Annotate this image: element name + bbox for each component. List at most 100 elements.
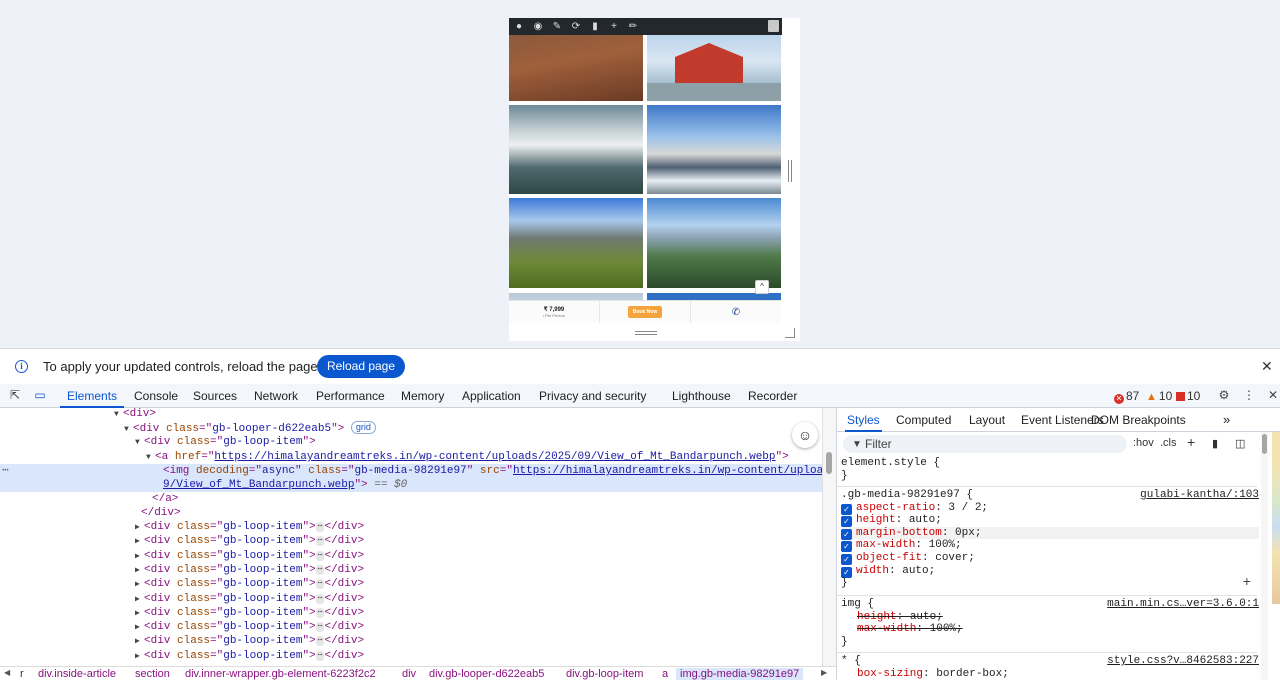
more-options-icon[interactable]: ⋮ [1242, 388, 1256, 402]
chevron-up-icon[interactable]: ^ [755, 280, 769, 294]
accessibility-tree-icon[interactable]: ☺ [792, 422, 818, 448]
viewport-bottom-handle[interactable] [635, 331, 657, 335]
breadcrumb-item[interactable]: div [402, 668, 416, 680]
rule-source-link[interactable]: style.css?v…8462583:227 [1107, 655, 1259, 668]
breadcrumb-item[interactable]: div.inner-wrapper.gb-element-6223f2c2 [185, 668, 376, 680]
device-toolbar-icon[interactable]: ▭ [33, 388, 47, 402]
dom-node-loop-item-collapsed[interactable]: ▶ <div class="gb-loop-item"> ⋯ </div> [135, 577, 822, 591]
styles-scrollbar[interactable] [1261, 432, 1268, 680]
gallery-photo-green-valley[interactable] [647, 198, 781, 288]
dom-node-loop-item-collapsed[interactable]: ▶ <div class="gb-loop-item"> ⋯ </div> [135, 620, 822, 634]
reload-page-button[interactable]: Reload page [317, 355, 405, 378]
dom-node-loop-item-collapsed[interactable]: ▶ <div class="gb-loop-item"> ⋯ </div> [135, 549, 822, 563]
tab-sources[interactable]: Sources [193, 384, 237, 408]
grid-badge[interactable]: grid [350, 421, 376, 434]
expand-arrow-icon[interactable]: ▶ [135, 650, 144, 664]
breadcrumb-item[interactable]: div.inside-article [38, 668, 116, 680]
warning-count[interactable]: ▲ 10 [1146, 389, 1172, 403]
tab-computed[interactable]: Computed [896, 408, 951, 432]
close-devtools-icon[interactable]: ✕ [1266, 388, 1280, 402]
rule-gb-media[interactable]: .gb-media-98291e97 {gulabi-kantha/:103 ✓… [841, 489, 1259, 590]
tab-console[interactable]: Console [134, 384, 178, 408]
dashboard-icon[interactable]: ◉ [533, 18, 543, 35]
img-src-link-cont[interactable]: 9/View_of_Mt_Bandarpunch.webp [163, 479, 354, 491]
dom-node-loop-item[interactable]: ▼ <div class="gb-loop-item"> [135, 435, 822, 449]
new-rule-icon[interactable]: + [1187, 434, 1195, 450]
dom-close-a[interactable]: </a> [152, 492, 822, 506]
class-toggle[interactable]: .cls [1160, 437, 1177, 449]
dom-node-img-selected[interactable]: ⋯ <img decoding="async" class="gb-media-… [0, 464, 822, 492]
breadcrumb-item[interactable]: a [662, 668, 668, 680]
tab-recorder[interactable]: Recorder [748, 384, 797, 408]
expand-arrow-icon[interactable]: ▶ [135, 550, 144, 564]
dom-node-loop-item-collapsed[interactable]: ▶ <div class="gb-loop-item"> ⋯ </div> [135, 592, 822, 606]
tab-dom-breakpoints[interactable]: DOM Breakpoints [1091, 408, 1186, 432]
checkbox-icon[interactable]: ✓ [841, 566, 852, 578]
node-more-icon[interactable]: ⋯ [2, 464, 9, 478]
expand-arrow-icon[interactable]: ▶ [135, 635, 144, 649]
rule-source-link[interactable]: main.min.cs…ver=3.6.0:1 [1107, 598, 1259, 611]
elements-scroll-thumb[interactable] [826, 452, 832, 474]
tab-lighthouse[interactable]: Lighthouse [672, 384, 731, 408]
dom-node-loop-item-collapsed[interactable]: ▶ <div class="gb-loop-item"> ⋯ </div> [135, 520, 822, 534]
gallery-photo-meadow[interactable] [509, 198, 643, 288]
toggle-sidebar-icon[interactable]: ◫ [1235, 437, 1245, 450]
elements-scrollbar[interactable] [822, 408, 836, 666]
breadcrumb-item[interactable]: div.gb-looper-d622eab5 [429, 668, 544, 680]
phone-icon[interactable]: ✆ [732, 307, 740, 318]
more-tabs-icon[interactable]: » [1223, 408, 1230, 432]
expand-arrow-icon[interactable]: ▶ [135, 535, 144, 549]
tab-elements[interactable]: Elements [60, 384, 125, 408]
expand-arrow-icon[interactable]: ▶ [135, 593, 144, 607]
gallery-photo-mountain-ridge[interactable] [509, 35, 643, 101]
dom-node-loop-item-collapsed[interactable]: ▶ <div class="gb-loop-item"> ⋯ </div> [135, 634, 822, 648]
comments-icon[interactable]: ▮ [590, 18, 600, 35]
inspect-element-icon[interactable]: ⇱ [8, 388, 22, 402]
styles-filter-input[interactable]: ▼ Filter [843, 435, 1127, 453]
expand-arrow-icon[interactable]: ▶ [135, 621, 144, 635]
checkbox-icon[interactable]: ✓ [841, 528, 852, 540]
checkbox-icon[interactable]: ✓ [841, 541, 852, 553]
add-property-icon[interactable]: + [1243, 576, 1251, 590]
tab-performance[interactable]: Performance [316, 384, 385, 408]
wordpress-icon[interactable]: ● [514, 18, 524, 35]
expand-arrow-icon[interactable]: ▶ [135, 578, 144, 592]
account-avatar-icon[interactable] [768, 20, 779, 32]
tab-application[interactable]: Application [462, 384, 521, 408]
paint-brush-icon[interactable]: ▮ [1212, 437, 1218, 450]
rule-source-link[interactable]: gulabi-kantha/:103 [1140, 489, 1259, 502]
book-now-button[interactable]: Book Now [627, 306, 663, 318]
rule-element-style[interactable]: element.style { } [841, 457, 1259, 482]
checkbox-icon[interactable]: ✓ [841, 503, 852, 515]
close-icon[interactable]: ✕ [1261, 358, 1273, 375]
updates-icon[interactable]: ⟳ [571, 18, 581, 35]
gallery-photo-temple[interactable] [647, 35, 781, 101]
rule-img[interactable]: img {main.min.cs…ver=3.6.0:1 height: aut… [841, 598, 1259, 648]
edit-icon[interactable]: ✏ [628, 18, 638, 35]
gallery-photo-snow-range[interactable] [647, 105, 781, 194]
settings-gear-icon[interactable]: ⚙ [1217, 388, 1231, 402]
checkbox-icon[interactable]: ✓ [841, 553, 852, 565]
dom-node-looper[interactable]: ▼ <div class="gb-looper-d622eab5"> grid [124, 421, 822, 435]
breadcrumb-item[interactable]: div.gb-loop-item [566, 668, 643, 680]
dom-node-loop-item-collapsed[interactable]: ▶ <div class="gb-loop-item"> ⋯ </div> [135, 563, 822, 577]
customize-brush-icon[interactable]: ✎ [552, 18, 562, 35]
expand-arrow-icon[interactable]: ▶ [135, 521, 144, 535]
gallery-photo-snowy-peaks[interactable] [509, 105, 643, 194]
dom-node-loop-item-collapsed[interactable]: ▶ <div class="gb-loop-item"> ⋯ </div> [135, 534, 822, 548]
dom-node-loop-item-collapsed[interactable]: ▶ <div class="gb-loop-item"> ⋯ </div> [135, 649, 822, 663]
dom-node-anchor[interactable]: ▼ <a href="https://himalayandreamtreks.in… [146, 450, 822, 464]
breadcrumb-right-arrow[interactable]: ▶ [821, 668, 827, 677]
elements-tree[interactable]: ▼ <div> ▼ <div class="gb-looper-d622eab5">… [0, 408, 822, 666]
issue-count[interactable]: 10 [1176, 389, 1200, 403]
tab-layout[interactable]: Layout [969, 408, 1005, 432]
add-new-icon[interactable]: + [609, 18, 619, 35]
anchor-href-link[interactable]: https://himalayandreamtreks.in/wp-conten… [214, 451, 775, 463]
tab-privacy-security[interactable]: Privacy and security [539, 384, 646, 408]
breadcrumb-item[interactable]: r [20, 668, 24, 680]
tab-memory[interactable]: Memory [401, 384, 444, 408]
dom-node-div[interactable]: ▼ <div> [114, 408, 822, 421]
dom-node-loop-item-collapsed[interactable]: ▶ <div class="gb-loop-item"> ⋯ </div> [135, 606, 822, 620]
expand-arrow-icon[interactable]: ▶ [135, 564, 144, 578]
tab-network[interactable]: Network [254, 384, 298, 408]
